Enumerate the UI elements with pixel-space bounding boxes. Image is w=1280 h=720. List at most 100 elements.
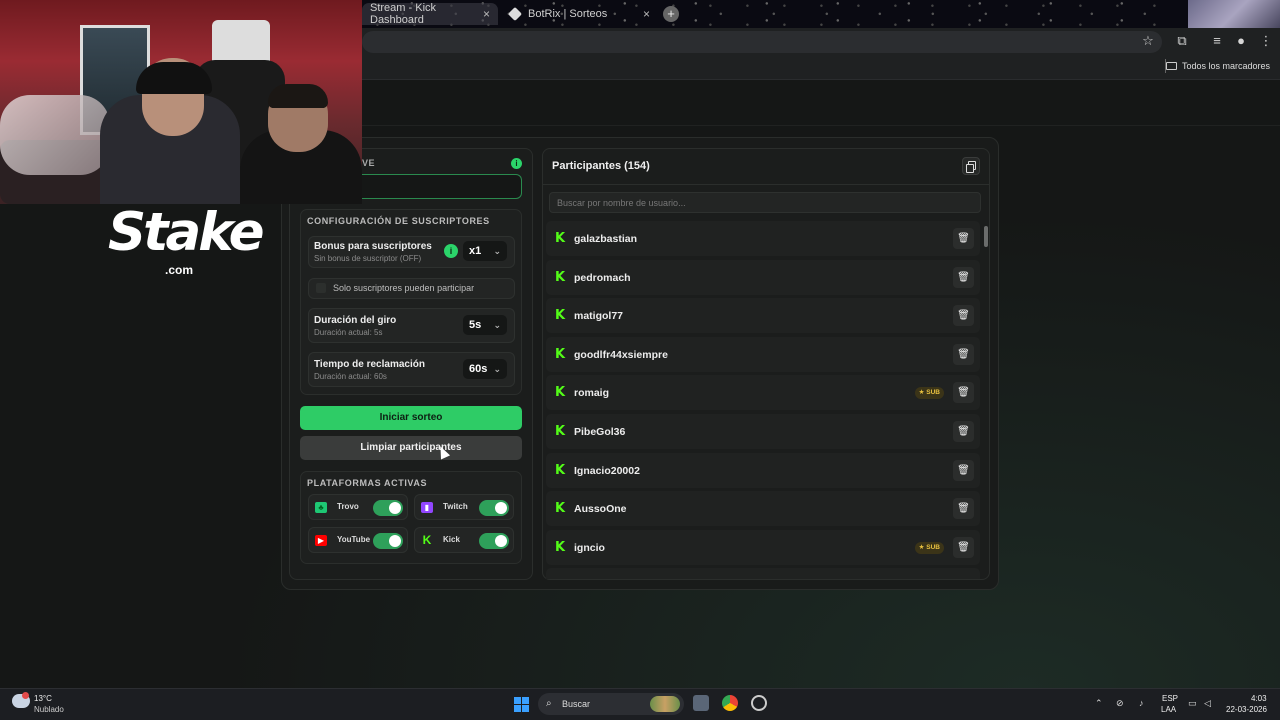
webcam-overlay [0,0,362,204]
taskbar-search[interactable]: ⌕ Buscar [538,693,684,715]
kebab-menu-icon[interactable]: ⋮ [1257,33,1275,49]
list-item: K AussoOne 🗑 [546,491,980,527]
trash-icon[interactable]: 🗑 [953,266,974,288]
trash-icon[interactable]: 🗑 [953,305,974,327]
botrix-favicon-icon [507,6,523,22]
weather-temp[interactable]: 13°C [34,694,52,703]
platform-trovo: ♣ Trovo [308,494,408,520]
all-bookmarks-label: Todos los marcadores [1181,61,1270,71]
subs-only-checkbox[interactable] [316,283,326,293]
app-icon[interactable] [751,695,767,711]
trovo-icon: ♣ [315,502,327,513]
participant-name: matigol77 [574,310,624,323]
weather-desc[interactable]: Nublado [34,705,64,714]
section-title: PLATAFORMAS ACTIVAS [307,478,428,488]
participant-name: AussoOne [574,503,627,516]
keyword-input[interactable] [362,174,522,199]
tab-label: Stream - Kick Dashboard [370,2,437,26]
guest-hair [268,84,328,108]
participant-name: goodlfr44xsiempre [574,348,668,361]
participants-list: K galazbastian 🗑 K pedromach 🗑 K matigol… [546,221,980,579]
sub-badge-label: SUB [926,543,940,551]
sub-badge: ★ SUB [914,541,944,554]
twitch-toggle[interactable] [479,500,509,516]
trash-icon[interactable]: 🗑 [953,382,974,404]
kick-toggle[interactable] [479,533,509,549]
menu-lines-icon[interactable]: ≡ [1208,33,1226,48]
platform-name: Kick [443,535,460,544]
participants-title: Participantes (154) [552,160,650,172]
claim-time-title: Tiempo de reclamación [314,359,425,370]
clock-date[interactable]: 22-03-2026 [1226,705,1267,714]
language-top[interactable]: ESP [1162,694,1178,703]
windows-start-icon[interactable] [514,697,529,712]
start-giveaway-button[interactable]: Iniciar sorteo [300,406,522,430]
participant-name: galazbastian [574,233,638,245]
key-label: VE [362,158,376,168]
trash-icon[interactable]: 🗑 [953,343,974,365]
tab-label: BotRix | Sorteos [528,8,608,20]
chevron-down-icon: ⌄ [493,320,501,330]
claim-time-select[interactable]: 60s ⌄ [463,359,507,379]
clock-time[interactable]: 4:03 [1251,694,1267,703]
display-icon[interactable]: ▭ [1188,698,1197,709]
copy-icon[interactable] [962,157,980,175]
trash-icon[interactable]: 🗑 [953,228,974,249]
tab-kick-dashboard[interactable]: Stream - Kick Dashboard × [362,2,498,26]
close-icon[interactable]: × [483,7,490,21]
trash-icon[interactable]: 🗑 [953,536,974,558]
language-bottom[interactable]: LAA [1161,705,1176,714]
youtube-toggle[interactable] [373,533,403,549]
kick-icon: K [555,231,566,246]
kick-icon: K [555,423,566,439]
chrome-icon[interactable] [722,695,738,711]
clear-participants-button[interactable]: Limpiar participantes [300,436,522,460]
trash-icon[interactable]: 🗑 [953,459,974,481]
stake-logo-word: Stake [108,202,265,263]
participant-name: igncio [574,541,605,554]
task-view-icon[interactable] [693,695,709,711]
section-title: CONFIGURACIÓN DE SUSCRIPTORES [307,216,490,226]
star-icon[interactable]: ☆ [1139,33,1157,49]
network-off-icon[interactable]: ⊘ [1116,698,1124,709]
search-highlight-image [650,696,680,712]
bonus-select[interactable]: x1 ⌄ [463,241,507,261]
chevron-down-icon: ⌄ [493,246,501,256]
trash-icon[interactable]: 🗑 [953,498,974,520]
info-icon[interactable]: i [444,244,458,258]
kick-icon: K [555,308,566,324]
profile-icon[interactable]: ● [1232,33,1250,48]
kick-icon: K [555,346,566,362]
trovo-toggle[interactable] [373,500,403,516]
streamer-cap [136,62,212,94]
list-item: K pedromach 🗑 [546,259,980,295]
participant-name: romaig [574,387,610,400]
spin-duration-select[interactable]: 5s ⌄ [463,315,507,335]
participant-search-input[interactable] [549,192,981,213]
kick-icon: K [555,462,566,478]
address-bar[interactable] [362,31,1162,53]
trash-icon[interactable]: 🗑 [953,420,974,442]
list-item: K galazbastian 🗑 [546,221,980,256]
microphone-icon[interactable]: ♪ [1139,698,1144,708]
list-item: K PibeGol36 🗑 [546,413,980,449]
claim-time-subtitle: Duración actual: 60s [314,372,387,381]
extensions-icon[interactable]: ⧉ [1173,33,1191,49]
tab-botrix[interactable]: BotRix | Sorteos × [502,3,658,25]
sub-badge: ★ SUB [914,387,944,400]
browser-theme-art [1188,0,1280,28]
speaker-icon[interactable]: ◁ [1204,698,1211,709]
scrollbar[interactable] [984,226,988,247]
list-item: K igncio ★ SUB 🗑 [546,529,980,565]
subs-only-label: Solo suscriptores pueden participar [333,283,475,293]
close-icon[interactable]: × [643,7,650,21]
tray-chevron-up-icon[interactable]: ⌃ [1095,698,1103,709]
all-bookmarks-button[interactable]: Todos los marcadores [1165,61,1270,71]
bonus-subtitle: Sin bonus de suscriptor (OFF) [314,254,422,263]
info-icon[interactable]: i [511,158,522,169]
participant-name: pedromach [574,271,631,284]
spin-duration-subtitle: Duración actual: 5s [314,328,383,337]
new-tab-icon[interactable]: + [663,6,679,22]
bonus-title: Bonus para suscriptores [314,241,432,252]
spin-duration-value: 5s [469,319,482,331]
